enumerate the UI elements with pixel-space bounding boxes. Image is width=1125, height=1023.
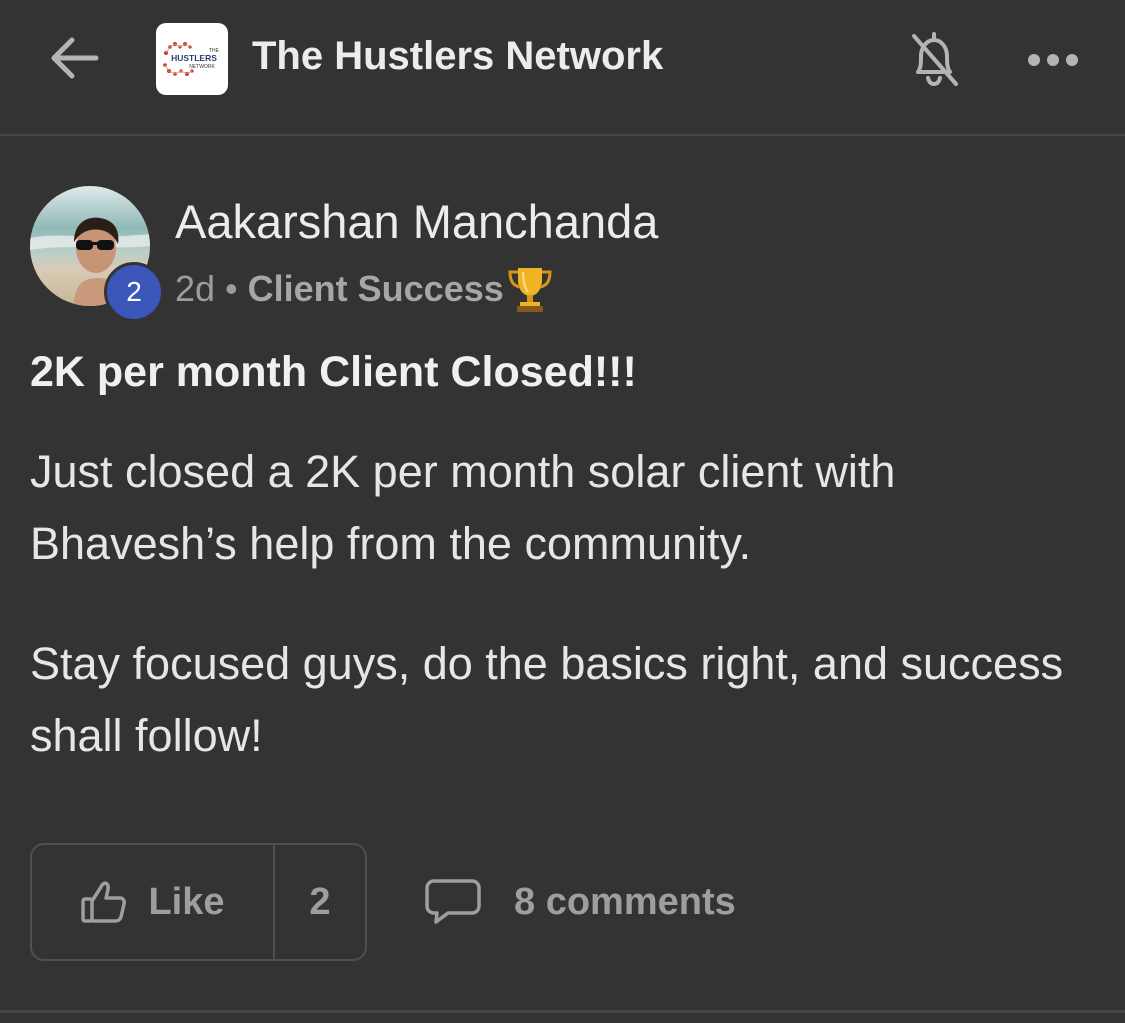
post-time: 2d xyxy=(175,268,216,309)
author-name[interactable]: Aakarshan Manchanda xyxy=(175,194,658,249)
post-paragraph: Just closed a 2K per month solar client … xyxy=(30,446,896,569)
trophy-icon xyxy=(506,264,554,314)
notifications-button[interactable] xyxy=(904,26,964,92)
like-label: Like xyxy=(148,880,225,923)
post-page: THE HUSTLERS NETWORK The Hustlers Networ… xyxy=(0,0,1125,1023)
like-control: Like 2 xyxy=(30,843,367,961)
like-button[interactable]: Like xyxy=(32,845,275,959)
bell-off-icon xyxy=(912,32,958,87)
post-divider xyxy=(0,1010,1125,1013)
thumbs-up-icon xyxy=(81,881,127,923)
like-count[interactable]: 2 xyxy=(275,845,365,959)
hustlers-network-logo: THE HUSTLERS NETWORK xyxy=(163,42,220,76)
post-paragraph: Stay focused guys, do the basics right, … xyxy=(30,638,1064,761)
more-options-button[interactable] xyxy=(1022,40,1084,80)
comments-button[interactable]: 8 comments xyxy=(424,862,736,942)
level-badge: 2 xyxy=(104,262,164,322)
back-arrow-icon xyxy=(51,37,99,79)
logo-text-hustlers: HUSTLERS xyxy=(171,53,217,63)
meta-separator: • xyxy=(225,268,238,309)
logo-text-network: NETWORK xyxy=(189,64,215,70)
back-button[interactable] xyxy=(44,30,104,86)
group-title[interactable]: The Hustlers Network xyxy=(252,34,663,79)
post-meta: 2d • Client Success xyxy=(175,264,554,314)
comment-icon xyxy=(425,879,481,924)
comments-count-label: 8 comments xyxy=(514,880,736,923)
group-logo[interactable]: THE HUSTLERS NETWORK xyxy=(156,23,228,95)
post-category[interactable]: Client Success xyxy=(248,268,504,310)
top-app-bar: THE HUSTLERS NETWORK The Hustlers Networ… xyxy=(0,0,1125,136)
post-title: 2K per month Client Closed!!! xyxy=(30,348,637,396)
post-body: Just closed a 2K per month solar client … xyxy=(30,436,1090,820)
more-horizontal-icon xyxy=(1028,54,1078,66)
